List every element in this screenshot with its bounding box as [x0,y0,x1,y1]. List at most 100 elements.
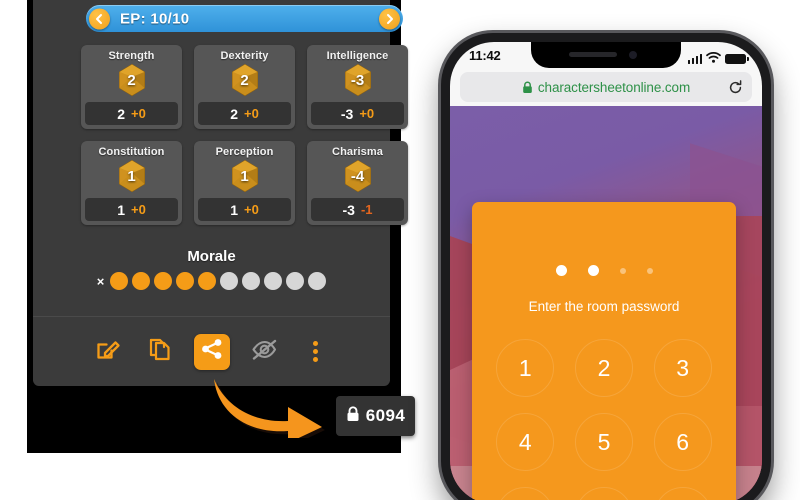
morale-dot[interactable] [198,272,217,290]
stat-card[interactable]: Perception 1 1 +0 [194,141,295,225]
password-dot-empty [646,267,653,274]
more-vertical-icon [313,341,318,362]
password-dot-filled [555,265,567,276]
keypad-key[interactable]: 5 [565,412,644,472]
ep-bar: EP: 10/10 [86,5,403,32]
keypad-key[interactable]: 7 [486,486,565,500]
address-bar[interactable]: charactersheetonline.com [460,72,752,102]
d20-icon[interactable]: 2 [115,63,149,97]
phone-notch [531,42,681,68]
stat-card-top: Intelligence -3 [307,45,408,102]
die-value: 1 [240,167,249,185]
url-text: charactersheetonline.com [537,79,691,95]
stat-value: 2 [230,105,238,122]
stat-card-top: Strength 2 [81,45,182,102]
d20-icon[interactable]: 2 [228,63,262,97]
stat-name: Dexterity [220,50,269,62]
browser-chrome: charactersheetonline.com [450,70,762,106]
morale-title: Morale [187,248,236,265]
keypad-key[interactable]: 9 [643,486,722,500]
chevron-right-icon [384,13,395,24]
front-camera [629,51,637,59]
stat-card-bottom: 2 +0 [85,102,178,125]
room-code-badge[interactable]: 6094 [336,396,415,436]
d20-icon[interactable]: 1 [228,159,262,193]
morale-clear-button[interactable]: × [97,274,105,289]
status-bar-indicators [687,50,749,68]
morale-dot[interactable] [286,272,305,290]
keypad-key-label: 1 [496,339,555,397]
ep-increment-button[interactable] [379,8,400,29]
keypad-key[interactable]: 3 [643,338,722,398]
stat-value: 1 [117,201,125,218]
stat-name: Constitution [98,146,165,158]
keypad-key-label: 3 [653,339,712,397]
stat-modifier: +0 [359,106,375,121]
stat-card-bottom: 1 +0 [198,198,291,221]
morale-dot[interactable] [264,272,283,290]
edit-icon [95,336,121,367]
keypad-key[interactable]: 8 [565,486,644,500]
stat-card[interactable]: Charisma -4 -3 -1 [307,141,408,225]
stat-card[interactable]: Dexterity 2 2 +0 [194,45,295,129]
phone-mockup: 11:42 charactersheetonline.com Enter the… [441,33,771,500]
keypad-key-label: 9 [653,487,712,500]
ep-bar-track: EP: 10/10 [86,5,403,32]
copy-icon [147,336,173,367]
character-sheet-panel: EP: 10/10 Strength 2 2 +0 Dexterity 2 2 … [33,0,408,386]
die-value: 2 [240,71,249,89]
stat-modifier: +0 [243,106,259,121]
battery-full-icon [725,54,749,64]
reload-icon[interactable] [727,79,743,95]
d20-icon[interactable]: -4 [341,159,375,193]
password-prompt: Enter the room password [528,299,680,314]
keypad-key[interactable]: 6 [643,412,722,472]
stat-value: -3 [340,105,354,122]
morale-dot[interactable] [308,272,327,290]
stat-name: Intelligence [326,50,389,62]
morale-dot[interactable] [242,272,261,290]
morale-dot[interactable] [154,272,173,290]
stat-card[interactable]: Strength 2 2 +0 [81,45,182,129]
stat-card-bottom: -3 -1 [311,198,404,221]
morale-track: × [33,272,390,290]
phone-screen: 11:42 charactersheetonline.com Enter the… [450,42,762,500]
share-icon [201,338,223,365]
signal-bars-icon [687,54,702,64]
stat-modifier: +0 [130,106,146,121]
stat-card-bottom: 2 +0 [198,102,291,125]
edit-button[interactable] [90,334,126,370]
stat-card-top: Charisma -4 [307,141,408,198]
stat-card[interactable]: Intelligence -3 -3 +0 [307,45,408,129]
stat-card[interactable]: Constitution 1 1 +0 [81,141,182,225]
d20-icon[interactable]: -3 [341,63,375,97]
morale-dot[interactable] [220,272,239,290]
morale-dot[interactable] [110,272,129,290]
keypad-key[interactable]: 1 [486,338,565,398]
stat-card-top: Perception 1 [194,141,295,198]
keypad-key-label: 5 [574,413,633,471]
more-options-button[interactable] [298,334,334,370]
d20-icon[interactable]: 1 [115,159,149,193]
stat-name: Charisma [332,146,383,158]
die-value: 2 [127,71,136,89]
morale-dot[interactable] [132,272,151,290]
stat-card-top: Constitution 1 [81,141,182,198]
keypad-key[interactable]: 4 [486,412,565,472]
lock-icon [522,81,533,94]
keypad-key-label: 7 [496,487,555,500]
ep-decrement-button[interactable] [89,8,110,29]
share-button[interactable] [193,333,230,370]
ep-label: EP: 10/10 [120,10,190,27]
password-dot-filled [587,265,599,276]
duplicate-button[interactable] [142,334,178,370]
numeric-keypad: 1 2 3 4 5 6 7 8 9 [486,338,722,500]
hide-button[interactable] [246,334,282,370]
morale-dot[interactable] [176,272,195,290]
stat-value: -3 [342,201,355,218]
keypad-key[interactable]: 2 [565,338,644,398]
password-dot-empty [619,267,626,274]
room-password-dialog: Enter the room password 1 2 3 4 5 6 7 8 … [472,202,736,500]
earpiece-speaker [569,52,617,57]
room-code-value: 6094 [365,406,406,425]
